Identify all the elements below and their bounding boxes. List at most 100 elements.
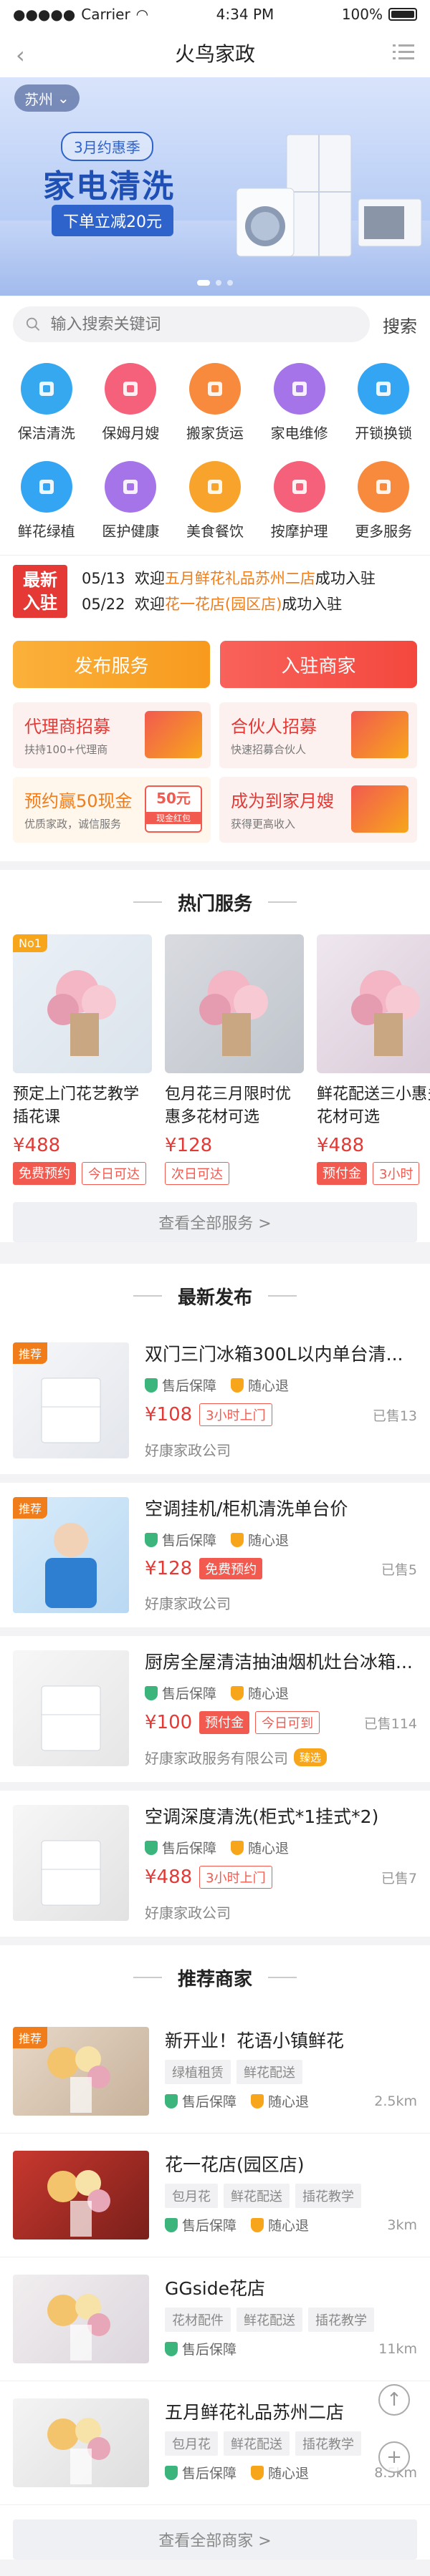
listing-item[interactable]: 推荐 空调挂机/柜机清洗单台价 售后保障 随心退 ¥128 免费预约 已售5 好康家政公司	[0, 1483, 430, 1636]
promo-card[interactable]: 预约赢50现金 优质家政，诚信服务 50元 现金红包	[13, 777, 211, 843]
news-badge-line2: 入驻	[23, 592, 57, 613]
recommend-badge: 推荐	[13, 1342, 48, 1364]
company-name[interactable]: 好康家政公司	[145, 1439, 417, 1460]
company-name[interactable]: 好康家政服务有限公司 臻选	[145, 1747, 417, 1768]
back-icon[interactable]: ‹	[16, 42, 25, 69]
promo-card[interactable]: 代理商招募 扶持100+代理商	[13, 702, 211, 768]
city-selector[interactable]: 苏州 ⌄	[14, 84, 80, 112]
category-item[interactable]: 医护健康	[89, 461, 173, 541]
hot-service-image: No1	[13, 934, 152, 1073]
menu-icon[interactable]	[393, 44, 414, 60]
guarantee-label: 售后保障	[162, 1378, 217, 1394]
after-sale-guarantee: 售后保障	[165, 2215, 236, 2234]
shield-icon	[231, 1840, 244, 1855]
promo-card[interactable]: 成为到家月嫂 获得更高收入	[219, 777, 417, 843]
category-item[interactable]: 保洁清洗	[4, 363, 89, 442]
shield-icon	[251, 2217, 264, 2232]
news-item[interactable]: 05/13 欢迎五月鲜花礼品苏州二店成功入驻	[82, 566, 376, 591]
banner-button[interactable]: 下单立减20元	[52, 205, 173, 236]
category-item[interactable]: 搬家货运	[173, 363, 257, 442]
tv-icon	[273, 363, 325, 415]
scroll-top-icon[interactable]: ↑	[378, 2384, 410, 2416]
listing-item[interactable]: 空调深度清洗(柜式*1挂式*2) 售后保障 随心退 ¥488 3小时上门 已售7 好康家政公…	[0, 1791, 430, 1945]
merchant-item[interactable]: GGside花店 花材配件 鲜花配送 插花教学 售后保障 11km	[0, 2257, 430, 2381]
category-item[interactable]: 开锁换锁	[341, 363, 426, 442]
listing-body: 空调挂机/柜机清洗单台价 售后保障 随心退 ¥128 免费预约 已售5 好康家政公司	[145, 1497, 417, 1613]
merchant-tag: 鲜花配送	[224, 2184, 290, 2208]
hot-service-card[interactable]: No1 预定上门花艺教学插花课 ¥488 免费预约 今日可达	[13, 934, 152, 1185]
category-item[interactable]: 家电维修	[257, 363, 342, 442]
merchant-tag: 插花教学	[295, 2184, 361, 2208]
flower-shop-illustration	[47, 2418, 110, 2484]
guarantee-label: 售后保障	[162, 1533, 217, 1549]
view-all-services-button[interactable]: 查看全部服务 >	[13, 1202, 417, 1242]
category-item[interactable]: 按摩护理	[257, 461, 342, 541]
company-name[interactable]: 好康家政公司	[145, 1902, 417, 1922]
hot-service-card[interactable]: 包月花三月限时优惠多花材可选 ¥128 次日可达	[165, 934, 304, 1185]
guarantee-label: 随心退	[248, 1686, 290, 1702]
merchants-section: 推荐商家 推荐 新开业！花语小镇鲜花 绿植租赁 鲜花配送 售后保障 随心退 2.5km 花一花…	[0, 1945, 430, 2560]
news-post: 成功入驻	[282, 595, 343, 613]
food-icon	[188, 461, 241, 513]
appliance-illustration	[41, 1840, 101, 1906]
merchant-thumbnail	[13, 2151, 149, 2240]
news-pre: 欢迎	[134, 569, 165, 587]
merchant-item[interactable]: 花一花店(园区店) 包月花 鲜花配送 插花教学 售后保障 随心退 3km	[0, 2134, 430, 2257]
promo-banner[interactable]: 苏州 ⌄ 3月约惠季 家电清洗 下单立减20元	[0, 77, 430, 296]
merchant-thumbnail	[13, 2398, 149, 2487]
merchant-distance: 11km	[378, 2340, 417, 2357]
shield-icon	[165, 2341, 178, 2356]
category-label: 鲜花绿植	[17, 523, 75, 540]
promo-cards: 代理商招募 扶持100+代理商 合伙人招募 快速招募合伙人 预约赢50现金 优质家政，诚信…	[0, 702, 430, 861]
hot-services-title: 热门服务	[177, 893, 252, 915]
shield-icon	[145, 1685, 158, 1700]
guarantee-label: 售后保障	[182, 2218, 237, 2234]
category-label: 家电维修	[270, 425, 328, 442]
merchant-body: 五月鲜花礼品苏州二店包月花鲜花配送插花教学售后保障随心退8.5km	[165, 2398, 417, 2487]
listing-body: 空调深度清洗(柜式*1挂式*2) 售后保障 随心退 ¥488 3小时上门 已售7 好康家政公…	[145, 1805, 417, 1922]
join-merchant-button[interactable]: 入驻商家	[220, 641, 417, 688]
category-item[interactable]: 更多服务	[341, 461, 426, 541]
hot-service-name: 鲜花配送三小惠多花材可选	[317, 1085, 430, 1126]
search-input[interactable]	[49, 314, 357, 334]
news-date: 05/13	[82, 569, 125, 587]
service-tag: 3小时	[373, 1162, 420, 1185]
listing-price: ¥128	[145, 1558, 193, 1579]
shield-icon	[231, 1685, 244, 1700]
merchant-item[interactable]: 五月鲜花礼品苏州二店包月花鲜花配送插花教学售后保障随心退8.5km	[0, 2381, 430, 2505]
merchant-item[interactable]: 推荐 新开业！花语小镇鲜花 绿植租赁 鲜花配送 售后保障 随心退 2.5km	[0, 2010, 430, 2134]
news-item[interactable]: 05/22 欢迎花一花店(园区店)成功入驻	[82, 591, 376, 617]
lock-icon	[358, 363, 410, 415]
category-item[interactable]: 美食餐饮	[173, 461, 257, 541]
hot-service-card[interactable]: 鲜花配送三小惠多花材可选 ¥488 预付金 3小时	[317, 934, 430, 1185]
plant-icon	[20, 461, 72, 513]
rank-badge: No1	[13, 934, 47, 952]
hot-service-price: ¥488	[13, 1135, 61, 1156]
category-label: 搬家货运	[186, 425, 244, 442]
news-ticker[interactable]: 最新 入驻 05/13 欢迎五月鲜花礼品苏州二店成功入驻 05/22 欢迎花一花店…	[0, 555, 430, 626]
listing-item[interactable]: 厨房全屋清洁抽油烟机灶台冰箱... 售后保障 随心退 ¥100 预付金 今日可到 已售114…	[0, 1636, 430, 1791]
carousel-dots	[0, 280, 430, 286]
listing-item[interactable]: 推荐 双门三门冰箱300L以内单台清... 售后保障 随心退 ¥108 3小时上门 已售13…	[0, 1328, 430, 1483]
company-name[interactable]: 好康家政公司	[145, 1592, 417, 1613]
service-tag: 3小时上门	[199, 1403, 272, 1426]
search-box[interactable]	[13, 306, 370, 342]
listing-thumbnail: 推荐	[13, 1342, 129, 1458]
guarantee-row: 售后保障 随心退	[145, 1375, 417, 1395]
search-button[interactable]: 搜索	[383, 312, 417, 337]
shield-icon	[165, 2217, 178, 2232]
nav-bar: ‹ 火鸟家政	[0, 29, 430, 77]
add-icon[interactable]: +	[378, 2441, 410, 2473]
promo-card[interactable]: 合伙人招募 快速招募合伙人	[219, 702, 417, 768]
category-item[interactable]: 保姆月嫂	[89, 363, 173, 442]
coupon-illustration: 50元 现金红包	[145, 785, 202, 833]
merchant-guarantee-row: 售后保障 随心退 2.5km	[165, 2091, 417, 2111]
guarantee-label: 随心退	[248, 1533, 290, 1549]
price-row: ¥100 预付金 今日可到 已售114	[145, 1711, 417, 1734]
view-all-merchants-button[interactable]: 查看全部商家 >	[13, 2519, 417, 2560]
category-item[interactable]: 鲜花绿植	[4, 461, 89, 541]
listing-tags: 3小时上门	[199, 1403, 272, 1426]
company-label: 好康家政公司	[145, 1442, 231, 1459]
merchant-tags: 花材配件 鲜花配送 插花教学	[165, 2308, 417, 2332]
publish-service-button[interactable]: 发布服务	[13, 641, 210, 688]
